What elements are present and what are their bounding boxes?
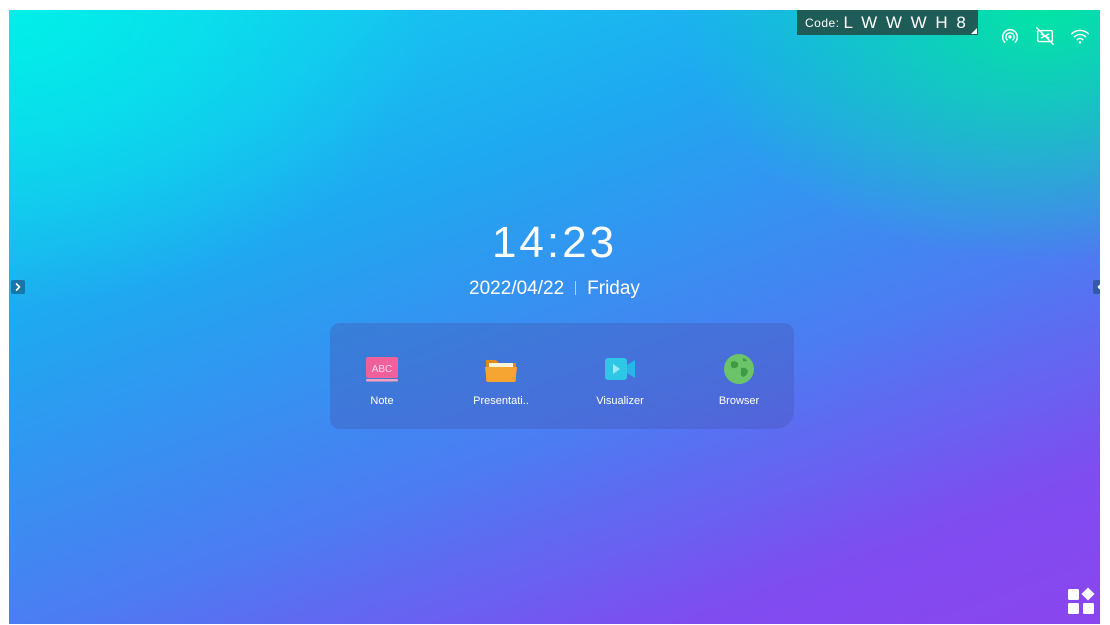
screen-share-off-icon[interactable] <box>1034 25 1056 47</box>
weekday-text: Friday <box>587 278 640 299</box>
app-label-note: Note <box>370 395 394 407</box>
app-note[interactable]: ABC Note <box>332 351 432 407</box>
date-separator <box>575 281 577 295</box>
note-icon-text: ABC <box>372 364 393 375</box>
connection-code-badge: Code: L W W W H 8 <box>797 10 978 35</box>
globe-icon <box>724 354 754 384</box>
code-label: Code: <box>805 15 840 30</box>
app-label-presentation: Presentati.. <box>473 395 529 407</box>
note-icon: ABC <box>366 357 398 382</box>
app-visualizer[interactable]: Visualizer <box>570 351 670 407</box>
status-icons <box>999 25 1091 47</box>
hotspot-icon[interactable] <box>999 25 1021 47</box>
code-value: L W W W H 8 <box>843 12 968 32</box>
date-line: 2022/04/22 Friday <box>9 278 1100 300</box>
app-label-browser: Browser <box>718 395 760 407</box>
app-dock: ABC Note Presentati.. Visualizer Browser <box>330 323 794 429</box>
app-presentation[interactable]: Presentati.. <box>451 351 551 407</box>
desktop-screen: Code: L W W W H 8 14:23 2022/04/22Frida <box>9 10 1100 624</box>
app-browser[interactable]: Browser <box>689 351 789 407</box>
date-text: 2022/04/22 <box>469 278 565 299</box>
folder-icon <box>485 360 517 382</box>
badge-corner-mark <box>970 28 977 34</box>
app-label-visualizer: Visualizer <box>596 395 644 407</box>
clock-time: 14:23 <box>491 218 618 267</box>
video-camera-icon <box>605 358 635 380</box>
wifi-icon[interactable] <box>1069 25 1091 47</box>
all-apps-icon[interactable] <box>1067 587 1095 615</box>
